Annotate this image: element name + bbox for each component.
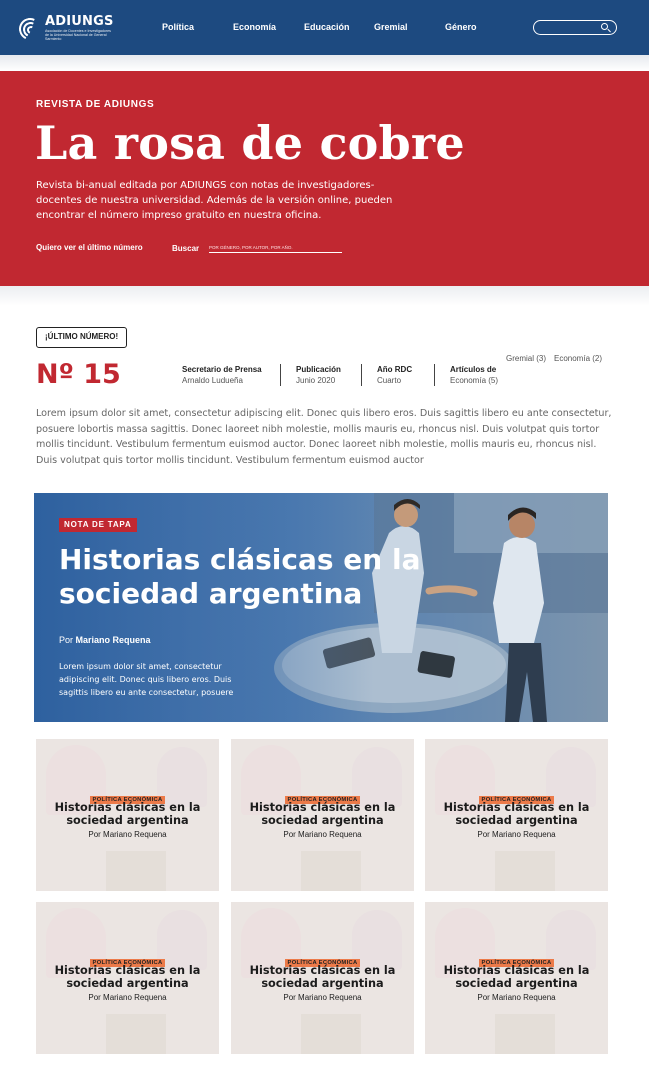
header-divider (0, 55, 649, 71)
nav-item-genero[interactable]: Género (445, 22, 477, 32)
logo-name: ADIUNGS (45, 14, 114, 29)
meta-divider (361, 364, 362, 386)
meta-value: Cuarto (377, 376, 402, 385)
meta-label: Secretario de Prensa (182, 365, 262, 374)
meta-label: Año RDC (377, 365, 413, 374)
article-author: Por Mariano Requena (283, 830, 362, 839)
hero-description: Revista bi-anual editada por ADIUNGS con… (36, 180, 393, 221)
cover-story-author[interactable]: Mariano Requena (76, 635, 151, 645)
meta-label: Publicación (296, 365, 341, 374)
nav-item-politica[interactable]: Política (162, 22, 194, 32)
byline-prefix: Por (59, 635, 74, 645)
article-title[interactable]: Historias clásicas en la sociedad argent… (36, 964, 219, 990)
cover-story-badge: NOTA DE TAPA (59, 518, 137, 532)
logo-subtitle: Asociación de Docentes e Investigadores … (45, 29, 111, 42)
cover-story-byline: Por Mariano Requena (59, 635, 151, 645)
search-icon[interactable] (601, 23, 608, 30)
meta-articles: Artículos de Economía (5) (450, 364, 498, 387)
logo-swirl-icon (15, 15, 45, 44)
article-title[interactable]: Historias clásicas en la sociedad argent… (36, 801, 219, 827)
hero-search-label: Buscar (172, 244, 200, 253)
meta-publication: Publicación Junio 2020 (296, 364, 341, 387)
article-card[interactable]: POLÍTICA ECONÓMICA Historias clásicas en… (231, 902, 414, 1054)
header-search-input[interactable] (533, 20, 617, 35)
magazine-hero: REVISTA DE ADIUNGS La rosa de cobre Revi… (0, 71, 649, 286)
cover-story-excerpt: Lorem ipsum dolor sit amet, consectetur … (59, 662, 234, 697)
meta-year: Año RDC Cuarto (377, 364, 412, 387)
nav-item-educacion[interactable]: Educación (304, 22, 350, 32)
meta-value[interactable]: Economía (5) (450, 375, 498, 387)
cover-story-title[interactable]: Historias clásicas en la sociedad argent… (59, 543, 459, 611)
article-card[interactable]: POLÍTICA ECONÓMICA Historias clásicas en… (36, 739, 219, 891)
meta-divider (434, 364, 435, 386)
issue-number: Nº 15 (36, 359, 121, 390)
article-title[interactable]: Historias clásicas en la sociedad argent… (231, 964, 414, 990)
article-author: Por Mariano Requena (283, 993, 362, 1002)
nav-item-economia[interactable]: Economía (233, 22, 276, 32)
meta-divider (280, 364, 281, 386)
issue-description: Lorem ipsum dolor sit amet, consectetur … (36, 408, 612, 466)
article-title[interactable]: Historias clásicas en la sociedad argent… (231, 801, 414, 827)
hero-title: La rosa de cobre (35, 116, 465, 170)
article-author: Por Mariano Requena (88, 993, 167, 1002)
cover-story-card[interactable]: NOTA DE TAPA Historias clásicas en la so… (34, 493, 608, 722)
article-title[interactable]: Historias clásicas en la sociedad argent… (425, 964, 608, 990)
latest-issue-link[interactable]: Quiero ver el último número (36, 243, 143, 252)
article-card[interactable]: POLÍTICA ECONÓMICA Historias clásicas en… (425, 739, 608, 891)
article-card[interactable]: POLÍTICA ECONÓMICA Historias clásicas en… (231, 739, 414, 891)
meta-value: Arnaldo Ludueña (182, 376, 243, 385)
meta-press-secretary: Secretario de Prensa Arnaldo Ludueña (182, 364, 262, 387)
article-title[interactable]: Historias clásicas en la sociedad argent… (425, 801, 608, 827)
hero-kicker: REVISTA DE ADIUNGS (36, 99, 155, 110)
tag-gremial[interactable]: Gremial (3) (506, 354, 546, 363)
adiungs-logo[interactable]: ADIUNGS Asociación de Docentes e Investi… (15, 14, 115, 44)
top-navigation-bar: ADIUNGS Asociación de Docentes e Investi… (0, 0, 649, 55)
article-author: Por Mariano Requena (88, 830, 167, 839)
nav-item-gremial[interactable]: Gremial (374, 22, 408, 32)
hero-search-input[interactable] (209, 242, 342, 253)
article-author: Por Mariano Requena (477, 993, 556, 1002)
tag-economia[interactable]: Economía (2) (554, 354, 602, 363)
meta-label: Artículos de (450, 365, 497, 374)
latest-issue-badge: ¡ÚLTIMO NÚMERO! (36, 327, 128, 348)
hero-divider (0, 286, 649, 306)
article-card[interactable]: POLÍTICA ECONÓMICA Historias clásicas en… (36, 902, 219, 1054)
article-card[interactable]: POLÍTICA ECONÓMICA Historias clásicas en… (425, 902, 608, 1054)
meta-value: Junio 2020 (296, 376, 336, 385)
article-author: Por Mariano Requena (477, 830, 556, 839)
